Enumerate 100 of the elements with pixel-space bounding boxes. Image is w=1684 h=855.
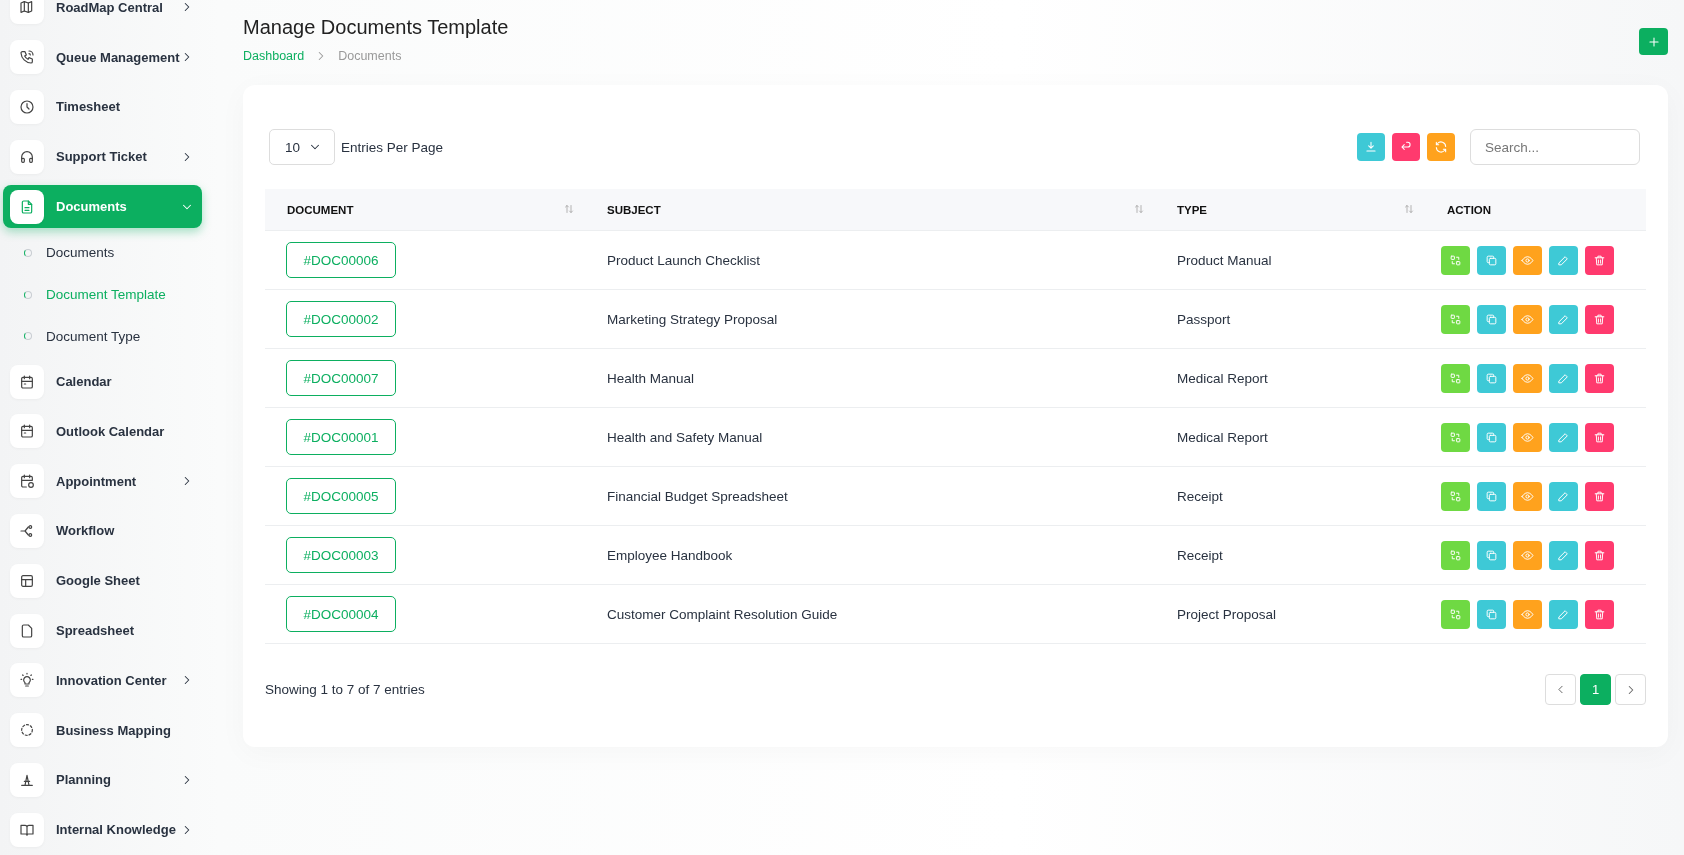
copy-button[interactable] <box>1477 304 1506 334</box>
page-size-select[interactable]: 10 <box>269 129 335 165</box>
column-header[interactable]: ACTION <box>1447 203 1492 216</box>
sidebar-item[interactable]: Spreadsheet <box>3 609 202 652</box>
previous-page-button[interactable] <box>1545 674 1576 705</box>
copy-button[interactable] <box>1477 363 1506 393</box>
eye-button[interactable] <box>1513 599 1542 629</box>
export-button[interactable] <box>1357 133 1385 161</box>
copy-icon <box>1485 548 1498 562</box>
eye-button[interactable] <box>1513 481 1542 511</box>
sidebar-item[interactable]: Appointment <box>3 459 202 503</box>
sidebar-item[interactable]: Outlook Calendar <box>3 410 202 453</box>
subject-cell-text: Customer Complaint Resolution Guide <box>606 606 839 622</box>
pencil-button[interactable] <box>1549 304 1578 334</box>
pencil-icon <box>1557 430 1570 444</box>
trash-button[interactable] <box>1585 245 1614 275</box>
trash-icon <box>1593 489 1606 503</box>
clock-icon <box>19 98 35 115</box>
column-header[interactable]: TYPE <box>1177 203 1208 216</box>
type-cell-text: Project Proposal <box>1176 606 1278 622</box>
pencil-button[interactable] <box>1549 422 1578 452</box>
convert-button[interactable] <box>1441 540 1470 570</box>
convert-icon <box>1449 371 1462 385</box>
sidebar-item[interactable]: Internal Knowledge <box>3 808 202 852</box>
column-header[interactable]: DOCUMENT <box>287 203 354 216</box>
copy-button[interactable] <box>1477 245 1506 275</box>
pencil-icon <box>1557 312 1570 326</box>
type-cell-text: Medical Report <box>1176 429 1269 445</box>
calendar-icon <box>19 373 35 390</box>
type-cell-text: Medical Report <box>1176 370 1269 386</box>
subject-cell-text: Health and Safety Manual <box>606 429 764 445</box>
copy-button[interactable] <box>1477 481 1506 511</box>
undo-button[interactable] <box>1392 133 1420 161</box>
trash-button[interactable] <box>1585 481 1614 511</box>
submenu-item[interactable]: Document Type <box>0 315 205 358</box>
copy-button[interactable] <box>1477 599 1506 629</box>
copy-button[interactable] <box>1477 422 1506 452</box>
copy-button[interactable] <box>1477 540 1506 570</box>
eye-button[interactable] <box>1513 422 1542 452</box>
pencil-icon <box>1557 548 1570 562</box>
eye-icon <box>1521 607 1534 621</box>
submenu-item[interactable]: Documents <box>0 231 205 274</box>
convert-button[interactable] <box>1441 422 1470 452</box>
trash-button[interactable] <box>1585 363 1614 393</box>
pencil-icon <box>1557 371 1570 385</box>
pencil-icon <box>1557 607 1570 621</box>
trash-button[interactable] <box>1585 422 1614 452</box>
pencil-icon <box>1557 489 1570 503</box>
subject-cell-text: Financial Budget Spreadsheet <box>606 488 789 504</box>
pencil-button[interactable] <box>1549 599 1578 629</box>
eye-button[interactable] <box>1513 304 1542 334</box>
sidebar-item[interactable]: Google Sheet <box>3 559 202 603</box>
convert-button[interactable] <box>1441 304 1470 334</box>
calendar-icon <box>19 423 35 440</box>
table-icon <box>19 572 35 589</box>
pencil-button[interactable] <box>1549 540 1578 570</box>
copy-icon <box>1485 312 1498 326</box>
pencil-button[interactable] <box>1549 481 1578 511</box>
column-header[interactable]: SUBJECT <box>607 203 661 216</box>
trash-button[interactable] <box>1585 304 1614 334</box>
trash-icon <box>1593 548 1606 562</box>
bulb-icon <box>19 672 35 689</box>
eye-icon <box>1521 489 1534 503</box>
convert-icon <box>1449 253 1462 267</box>
type-cell-text: Passport <box>1176 311 1232 327</box>
eye-button[interactable] <box>1513 245 1542 275</box>
pencil-button[interactable] <box>1549 245 1578 275</box>
sidebar-item[interactable]: Workflow <box>3 509 202 553</box>
type-cell-text: Receipt <box>1176 547 1224 563</box>
trash-button[interactable] <box>1585 599 1614 629</box>
eye-button[interactable] <box>1513 363 1542 393</box>
trash-icon <box>1593 430 1606 444</box>
sidebar-item[interactable]: Innovation Center <box>3 658 202 702</box>
eye-icon <box>1521 430 1534 444</box>
sidebar-item[interactable]: RoadMap Central <box>3 0 202 29</box>
convert-button[interactable] <box>1441 599 1470 629</box>
search-field[interactable]: Search... <box>1470 129 1640 165</box>
sidebar-item[interactable]: Queue Management <box>3 35 202 79</box>
breadcrumb-current: Documents <box>338 49 402 63</box>
trash-button[interactable] <box>1585 540 1614 570</box>
sidebar-item[interactable]: Support Ticket <box>3 135 202 179</box>
eye-icon <box>1521 312 1534 326</box>
trash-icon <box>1593 312 1606 326</box>
type-cell-text: Product Manual <box>1176 252 1273 268</box>
convert-button[interactable] <box>1441 245 1470 275</box>
sidebar-item[interactable]: Timesheet <box>3 85 202 129</box>
sidebar-item[interactable]: Business Mapping <box>3 708 202 752</box>
convert-button[interactable] <box>1441 363 1470 393</box>
pencil-button[interactable] <box>1549 363 1578 393</box>
trash-icon <box>1593 253 1606 267</box>
refresh-button[interactable] <box>1427 133 1455 161</box>
convert-button[interactable] <box>1441 481 1470 511</box>
map-icon <box>19 0 35 16</box>
phone-icon <box>19 49 35 66</box>
next-page-button[interactable] <box>1615 674 1646 705</box>
add-button[interactable] <box>1639 28 1668 55</box>
sidebar-item[interactable]: Planning <box>3 758 202 802</box>
pencil-icon <box>1557 253 1570 267</box>
sidebar-item[interactable]: Calendar <box>3 360 202 404</box>
eye-button[interactable] <box>1513 540 1542 570</box>
